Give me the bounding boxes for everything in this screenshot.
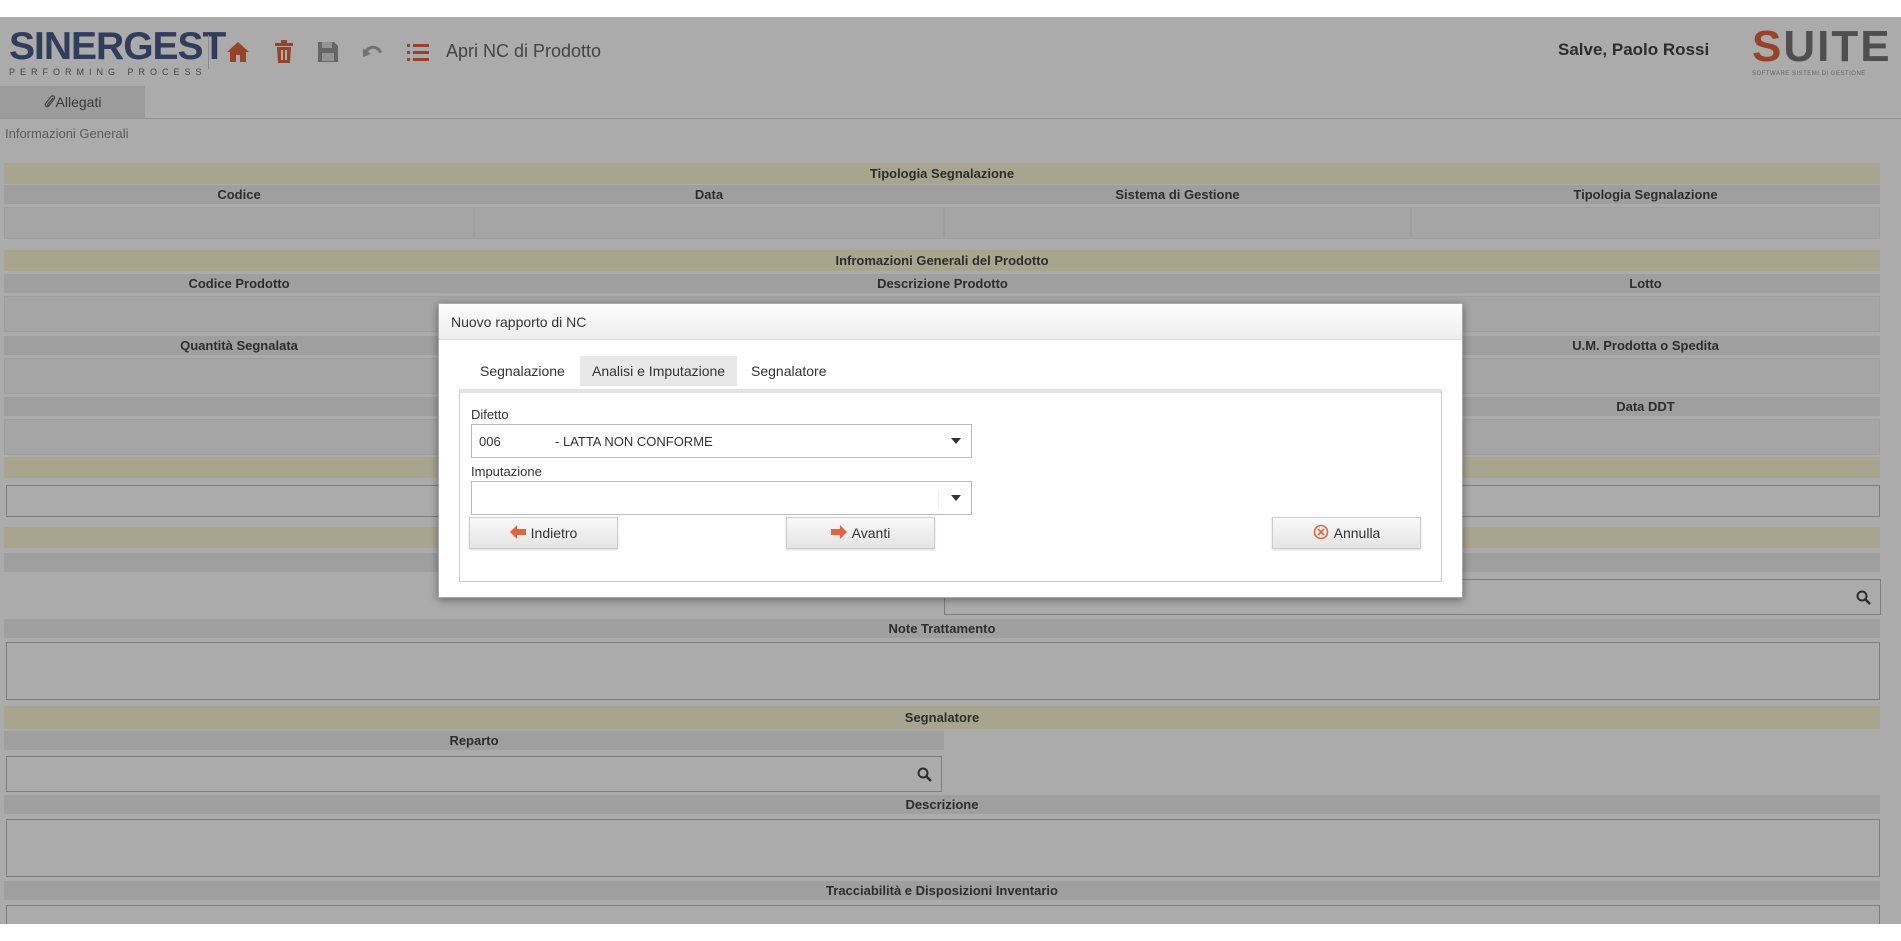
back-button[interactable]: Indietro [469, 517, 618, 549]
difetto-description: - LATTA NON CONFORME [555, 434, 713, 449]
imputazione-select[interactable] [471, 481, 972, 515]
next-button[interactable]: Avanti [786, 517, 935, 549]
arrow-left-icon [509, 524, 526, 542]
label-difetto: Difetto [471, 407, 509, 422]
label-imputazione: Imputazione [471, 464, 542, 479]
back-button-label: Indietro [530, 525, 578, 541]
dialog-title: Nuovo rapporto di NC [439, 304, 1462, 340]
tab-segnalatore[interactable]: Segnalatore [739, 356, 839, 386]
select-divider [938, 490, 939, 508]
tab-analisi-imputazione[interactable]: Analisi e Imputazione [580, 356, 738, 386]
arrow-right-icon [830, 524, 847, 542]
cancel-button[interactable]: Annulla [1272, 517, 1421, 549]
app-page: SINERGEST PERFORMING PROCESS Apri NC di … [0, 17, 1901, 924]
cancel-circle-icon [1313, 524, 1329, 543]
difetto-select[interactable]: 006 - LATTA NON CONFORME [471, 424, 972, 458]
nc-dialog: Nuovo rapporto di NC Segnalazione Analis… [438, 303, 1463, 598]
dialog-tab-panel: Difetto 006 - LATTA NON CONFORME Imputaz… [459, 389, 1442, 582]
chevron-down-icon[interactable] [951, 438, 961, 444]
cancel-button-label: Annulla [1333, 525, 1381, 541]
next-button-label: Avanti [851, 525, 891, 541]
tab-segnalazione[interactable]: Segnalazione [468, 356, 577, 386]
difetto-code: 006 [479, 434, 501, 449]
chevron-down-icon[interactable] [951, 495, 961, 501]
